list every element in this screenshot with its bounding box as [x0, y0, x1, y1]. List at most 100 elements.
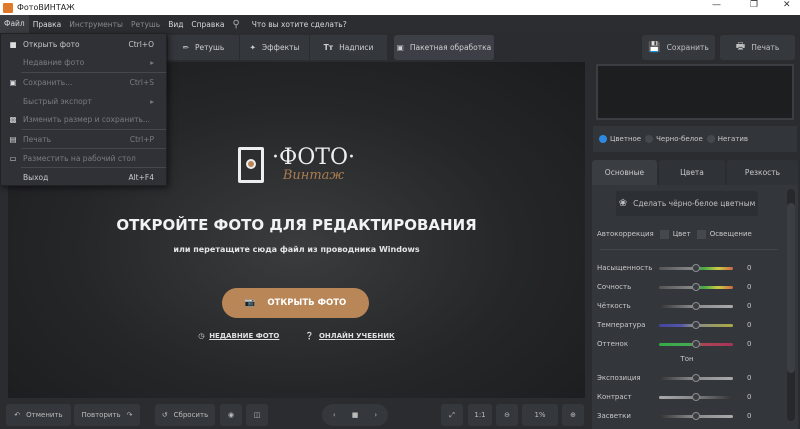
search-icon: ⚲ — [232, 18, 240, 30]
clarity-slider[interactable] — [659, 301, 733, 310]
menu-tools[interactable]: Инструменты — [65, 20, 127, 29]
magic-wand-icon: ✦ — [249, 43, 256, 52]
tab-colors[interactable]: Цвета — [659, 160, 725, 185]
fit-button[interactable]: ⤢ — [441, 404, 463, 426]
open-photo-button[interactable]: 📷 ОТКРЫТЬ ФОТО — [222, 288, 369, 318]
print-label: Печать — [751, 43, 780, 52]
menu-item-exit[interactable]: Выход Alt+F4 — [1, 168, 166, 186]
scrollbar-thumb[interactable] — [787, 203, 795, 373]
radio-negative[interactable]: Негатив — [706, 135, 749, 143]
menu-item-open[interactable]: ■ Открыть фото Ctrl+O — [1, 35, 166, 53]
prev-icon[interactable]: ‹ — [333, 411, 336, 419]
preview-toggle-button[interactable]: ◉ — [220, 404, 242, 426]
tab-retouch[interactable]: ✏ Ретушь — [168, 35, 240, 60]
menu-help[interactable]: Справка — [187, 20, 228, 29]
next-icon[interactable]: › — [374, 411, 377, 419]
file-menu-dropdown: ■ Открыть фото Ctrl+O Недавние фото ▸ ▣ Сохр… — [0, 33, 167, 186]
light-checkbox[interactable] — [696, 229, 706, 239]
radio-label: Негатив — [717, 135, 749, 143]
temperature-slider[interactable] — [659, 320, 733, 329]
save-button[interactable]: 💾 Сохранить — [642, 35, 715, 60]
menu-retouch[interactable]: Ретушь — [127, 20, 164, 29]
color-checkbox[interactable] — [659, 229, 669, 239]
menu-item-recent[interactable]: Недавние фото ▸ — [1, 53, 166, 71]
redo-icon: ↷ — [126, 411, 133, 419]
tutorial-link[interactable]: ❔ ОНЛАЙН УЧЕБНИК — [305, 332, 394, 340]
radio-label: Черно-белое — [656, 135, 703, 143]
minimize-button[interactable]: — — [712, 0, 721, 10]
app-logo-icon — [3, 2, 13, 13]
saturation-slider[interactable] — [659, 263, 733, 272]
light-label: Освещение — [709, 230, 752, 238]
menu-item-print[interactable]: ▤ Печать Ctrl+P — [1, 130, 166, 148]
radio-bw[interactable]: Черно-белое — [645, 135, 703, 143]
monitor-icon: ▭ — [9, 153, 17, 163]
contrast-slider[interactable] — [659, 392, 733, 401]
menu-item-label: Разместить на рабочий стол — [23, 153, 136, 163]
tab-sharpness[interactable]: Резкость — [727, 160, 798, 185]
vibrance-slider[interactable] — [659, 282, 733, 291]
submenu-arrow-icon: ▸ — [150, 57, 154, 67]
save-icon: 💾 — [648, 42, 661, 53]
app-title: ФотоВИНТАЖ — [17, 3, 75, 12]
menu-item-label: Открыть фото — [23, 39, 80, 49]
palette-icon: ❀ — [618, 198, 628, 209]
colorize-button[interactable]: ❀ Сделать чёрно-белое цветным — [616, 191, 758, 216]
menu-item-save[interactable]: ▣ Сохранить... Ctrl+S — [1, 73, 166, 91]
tint-slider[interactable] — [659, 339, 733, 348]
close-button[interactable]: ✕ — [783, 0, 791, 10]
tab-basic[interactable]: Основные — [592, 160, 657, 185]
exposure-slider[interactable] — [659, 373, 733, 382]
undo-button[interactable]: ↶ Отменить — [6, 404, 71, 426]
mode-radio-group: Цветное Черно-белое Негатив — [593, 126, 797, 152]
tab-effects[interactable]: ✦ Эффекты — [240, 35, 310, 60]
zoom-in-button[interactable]: ⊕ — [562, 404, 584, 426]
redo-button[interactable]: Повторить ↷ — [74, 404, 140, 426]
recent-label: НЕДАВНИЕ ФОТО — [209, 332, 280, 340]
slider-label: Засветки — [597, 412, 631, 420]
menu-item-quick-export[interactable]: Быстрый экспорт ▸ — [1, 92, 166, 110]
slider-value: 0 — [747, 393, 752, 401]
print-button[interactable]: 🖶 Печать — [720, 35, 795, 60]
maximize-button[interactable]: ❐ — [750, 0, 758, 10]
clock-icon: ◷ — [198, 332, 205, 340]
brush-icon: ✏ — [182, 43, 190, 52]
reset-label: Сбросить — [173, 411, 209, 419]
menu-item-wallpaper[interactable]: ▭ Разместить на рабочий стол — [1, 149, 166, 167]
zoom-level[interactable]: 1% — [522, 404, 558, 426]
slider-value: 0 — [747, 412, 752, 420]
compare-button[interactable]: ◫ — [246, 404, 268, 426]
zoom-value: 1% — [534, 411, 546, 419]
menu-item-shortcut: Alt+F4 — [128, 172, 154, 182]
reset-button[interactable]: ↺ Сбросить — [155, 404, 215, 426]
undo-label: Отменить — [26, 411, 63, 419]
folder-icon: ■ — [9, 39, 17, 49]
zoom-out-button[interactable]: ⊖ — [496, 404, 518, 426]
tab-batch[interactable]: ▣ Пакетная обработка — [394, 35, 495, 60]
slider-label: Оттенок — [597, 340, 629, 348]
recent-photos-link[interactable]: ◷ НЕДАВНИЕ ФОТО — [198, 332, 279, 340]
redo-label: Повторить — [81, 411, 121, 419]
slider-row: Засветки 0 — [597, 409, 777, 423]
radio-color[interactable]: Цветное — [599, 135, 641, 143]
highlights-slider[interactable] — [659, 411, 733, 420]
autocorrection-label: Автокоррекция — [597, 230, 654, 238]
subtitle: или перетащите сюда файл из проводника W… — [173, 245, 420, 254]
slider-value: 0 — [747, 302, 752, 310]
slider-row: Насыщенность 0 — [597, 261, 777, 275]
print-icon: ▤ — [9, 134, 17, 144]
menu-item-shortcut: Ctrl+S — [129, 77, 154, 87]
menu-item-resize-save[interactable]: ▩ Изменить размер и сохранить... — [1, 110, 166, 128]
menu-item-label: Изменить размер и сохранить... — [23, 114, 151, 124]
menu-view[interactable]: Вид — [164, 20, 187, 29]
tab-text[interactable]: Tт Надписи — [310, 35, 388, 60]
heading: ОТКРОЙТЕ ФОТО ДЛЯ РЕДАКТИРОВАНИЯ — [116, 216, 477, 234]
menu-edit[interactable]: Правка — [29, 20, 66, 29]
resize-icon: ▩ — [9, 114, 17, 124]
tone-header: Тон — [680, 355, 694, 363]
folder-icon[interactable]: ■ — [352, 411, 359, 419]
actual-size-button[interactable]: 1:1 — [468, 404, 492, 426]
menu-file[interactable]: Файл — [0, 15, 29, 33]
scrollbar[interactable] — [787, 189, 795, 421]
search-input[interactable]: Что вы хотите сделать? — [248, 20, 351, 29]
